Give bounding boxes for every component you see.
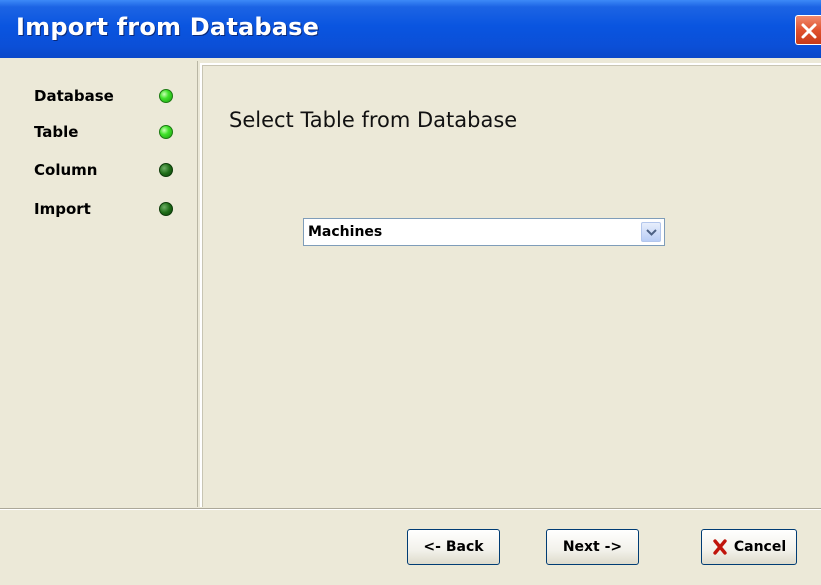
footer-divider-highlight bbox=[0, 509, 821, 510]
page-title: Select Table from Database bbox=[229, 108, 518, 132]
next-button-label: Next -> bbox=[562, 539, 623, 555]
step-status-led-column bbox=[159, 163, 173, 177]
import-dialog: Import from Database Database Table Colu… bbox=[0, 0, 821, 585]
step-label-import: Import bbox=[34, 200, 91, 218]
close-button[interactable] bbox=[795, 15, 821, 45]
dropdown-arrow-button[interactable] bbox=[641, 222, 661, 242]
step-status-led-database bbox=[159, 89, 173, 103]
title-bar[interactable]: Import from Database bbox=[0, 0, 821, 58]
cancel-x-icon bbox=[712, 539, 728, 555]
window-title: Import from Database bbox=[16, 13, 320, 41]
table-select-value: Machines bbox=[308, 224, 383, 240]
table-select[interactable]: Machines bbox=[303, 218, 665, 246]
step-status-led-import bbox=[159, 202, 173, 216]
step-label-table: Table bbox=[34, 123, 79, 141]
step-label-column: Column bbox=[34, 161, 98, 179]
back-button[interactable]: <- Back bbox=[407, 529, 500, 565]
next-button[interactable]: Next -> bbox=[546, 529, 639, 565]
step-status-led-table bbox=[159, 125, 173, 139]
back-button-label: <- Back bbox=[423, 539, 484, 555]
wizard-steps-panel: Database Table Column Import bbox=[8, 61, 198, 507]
cancel-button[interactable]: Cancel bbox=[701, 529, 797, 565]
step-label-database: Database bbox=[34, 87, 114, 105]
cancel-button-label: Cancel bbox=[733, 539, 787, 555]
